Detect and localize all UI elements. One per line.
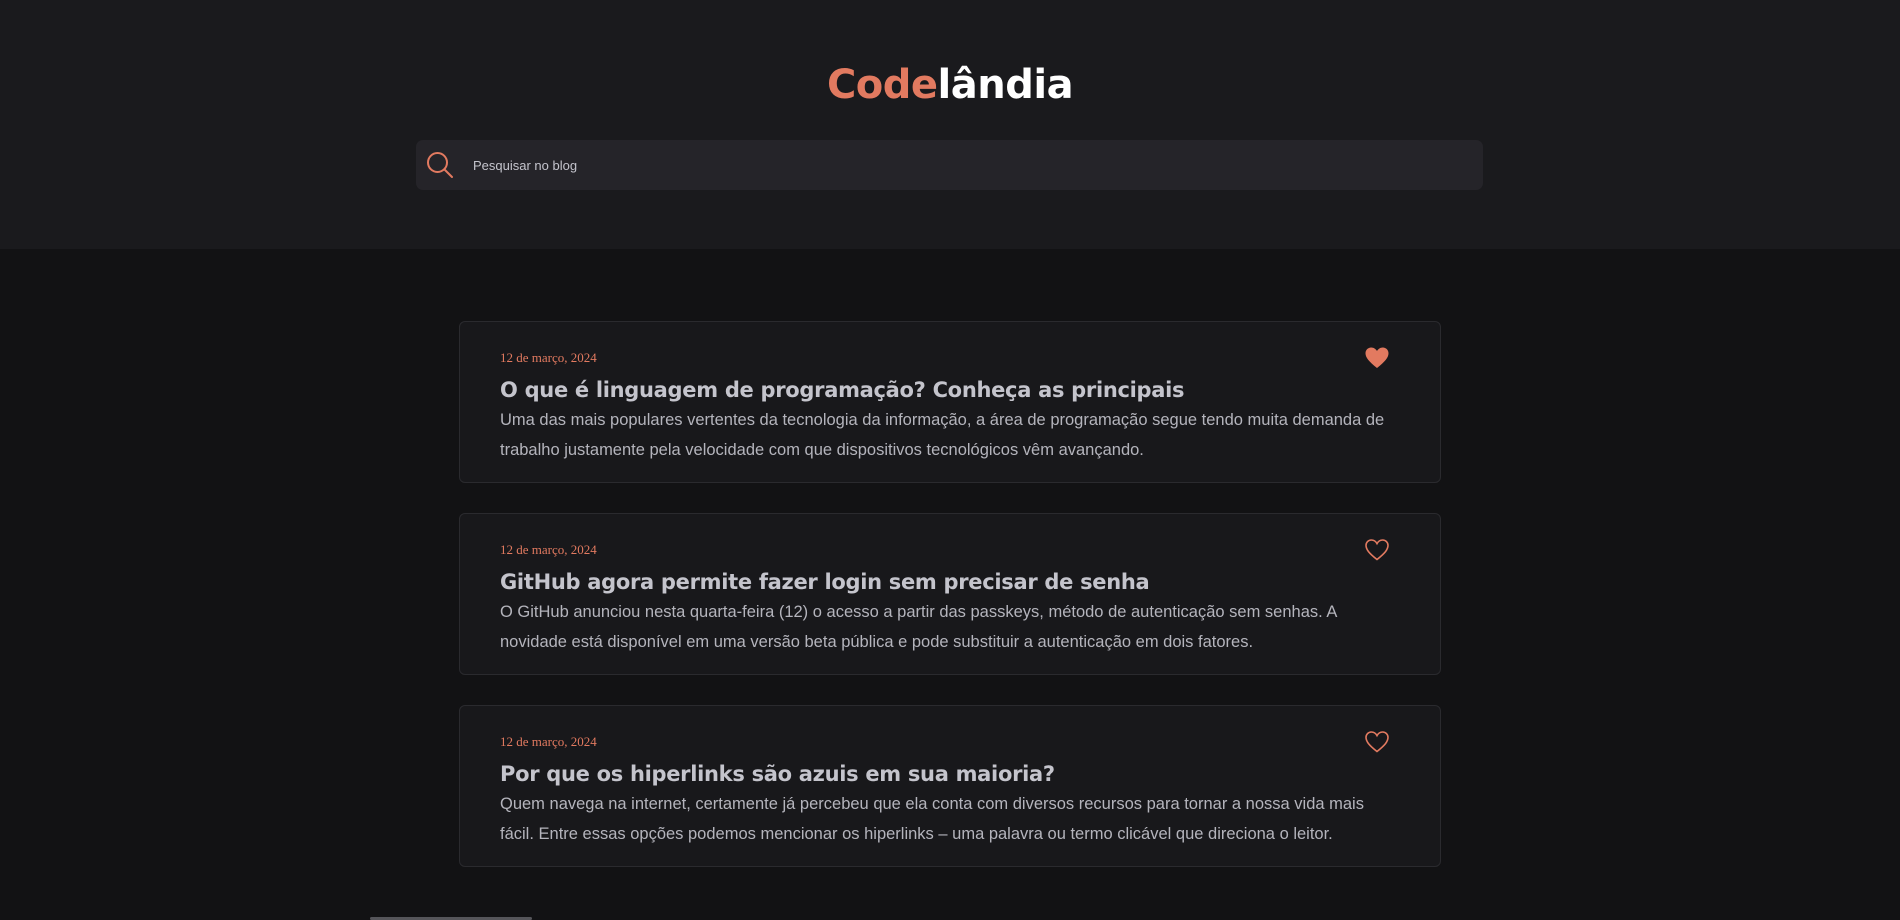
post-card[interactable]: 12 de março, 2024 GitHub agora permite fa… bbox=[459, 513, 1441, 675]
post-list: 12 de março, 2024 O que é linguagem de pr… bbox=[459, 321, 1441, 897]
post-card[interactable]: 12 de março, 2024 O que é linguagem de pr… bbox=[459, 321, 1441, 483]
logo-rest-text: lândia bbox=[937, 62, 1074, 108]
site-logo[interactable]: Codelândia bbox=[0, 58, 1900, 112]
post-excerpt: O GitHub anunciou nesta quarta-feira (12… bbox=[500, 603, 1337, 651]
post-excerpt: Uma das mais populares vertentes da tecn… bbox=[500, 411, 1385, 459]
heart-filled-icon[interactable] bbox=[1364, 346, 1390, 370]
heart-outline-icon[interactable] bbox=[1364, 538, 1390, 562]
search-bar[interactable] bbox=[416, 140, 1483, 190]
post-date: 12 de março, 2024 bbox=[500, 734, 597, 749]
post-title[interactable]: Por que os hiperlinks são azuis em sua m… bbox=[500, 761, 1400, 787]
post-title[interactable]: GitHub agora permite fazer login sem pre… bbox=[500, 569, 1400, 595]
logo-accent-text: Code bbox=[826, 62, 938, 108]
post-excerpt: Quem navega na internet, certamente já p… bbox=[500, 795, 1364, 843]
post-card[interactable]: 12 de março, 2024 Por que os hiperlinks s… bbox=[459, 705, 1441, 867]
heart-outline-icon[interactable] bbox=[1364, 730, 1390, 754]
site-header: Codelândia bbox=[0, 0, 1900, 249]
post-date: 12 de março, 2024 bbox=[500, 542, 597, 557]
search-input[interactable] bbox=[471, 144, 1483, 186]
search-icon[interactable] bbox=[425, 150, 455, 180]
post-title[interactable]: O que é linguagem de programação? Conheç… bbox=[500, 377, 1400, 403]
post-date: 12 de março, 2024 bbox=[500, 350, 597, 365]
